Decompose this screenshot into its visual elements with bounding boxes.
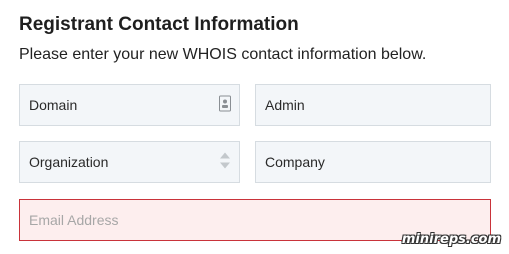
domain-field[interactable]: Domain [19,84,240,126]
organization-field-value: Organization [29,154,109,170]
up-down-stepper-icon[interactable] [219,152,231,173]
admin-field-value: Admin [265,97,305,113]
admin-field[interactable]: Admin [255,84,491,126]
organization-field[interactable]: Organization [19,141,240,183]
contact-card-icon[interactable] [219,95,231,115]
watermark: minireps.com [401,232,501,247]
email-field-placeholder: Email Address [29,212,119,228]
company-field[interactable]: Company [255,141,491,183]
company-field-value: Company [265,154,325,170]
form-subtitle: Please enter your new WHOIS contact info… [19,46,427,63]
form-title: Registrant Contact Information [19,14,299,35]
domain-field-value: Domain [29,97,78,113]
